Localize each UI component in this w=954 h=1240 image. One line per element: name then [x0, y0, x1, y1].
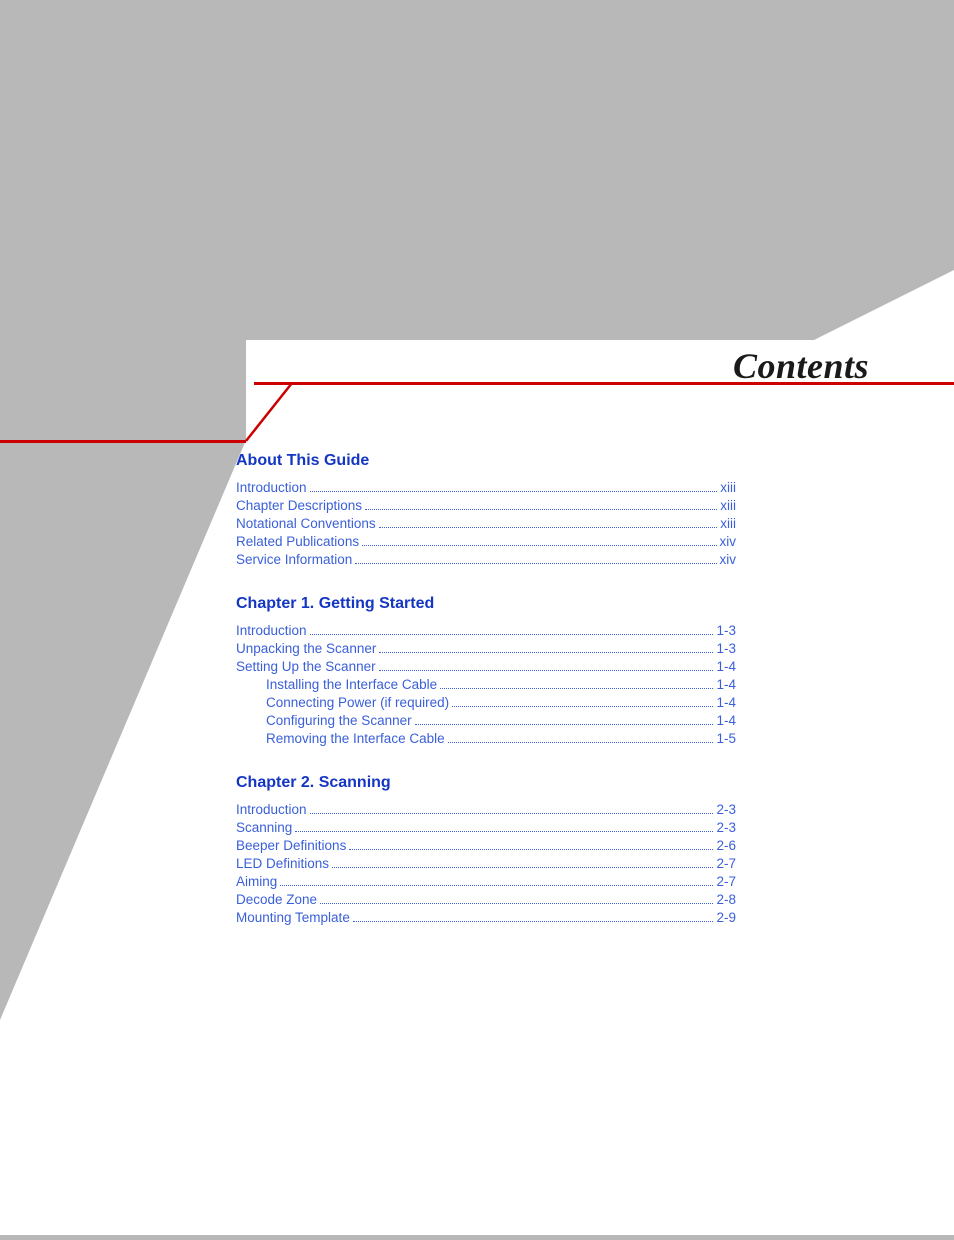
toc-leader-dots	[332, 867, 713, 868]
toc-entry-label: Introduction	[236, 480, 307, 495]
toc-entry-page: xiii	[720, 480, 736, 495]
toc-entry-page: xiii	[720, 498, 736, 513]
toc-entry-label: Notational Conventions	[236, 516, 376, 531]
toc-entry-label: LED Definitions	[236, 856, 329, 871]
section-heading[interactable]: Chapter 1. Getting Started	[236, 595, 736, 613]
left-notch	[0, 340, 246, 1240]
toc-leader-dots	[365, 509, 717, 510]
toc-entry-page: 2-3	[716, 820, 736, 835]
toc-entry-label: Removing the Interface Cable	[266, 731, 445, 746]
toc-leader-dots	[379, 652, 713, 653]
toc-entry[interactable]: Introduction 1-3	[236, 623, 736, 638]
toc-entry-label: Configuring the Scanner	[266, 713, 412, 728]
toc-leader-dots	[362, 545, 716, 546]
section-heading[interactable]: Chapter 2. Scanning	[236, 774, 736, 792]
toc-entry[interactable]: Unpacking the Scanner 1-3	[236, 641, 736, 656]
toc-entry-label: Introduction	[236, 623, 307, 638]
toc-leader-dots	[415, 724, 714, 725]
toc-entry-label: Mounting Template	[236, 910, 350, 925]
page-title: Contents	[733, 345, 869, 387]
toc-entry[interactable]: Mounting Template 2-9	[236, 910, 736, 925]
toc-entry-label: Connecting Power (if required)	[266, 695, 449, 710]
toc-entry-page: 1-4	[716, 677, 736, 692]
toc-leader-dots	[448, 742, 714, 743]
toc-entry-page: 1-3	[716, 641, 736, 656]
page: Contents About This Guide Introduction xii…	[0, 0, 954, 1235]
toc-leader-dots	[379, 670, 714, 671]
toc-entry-page: 1-4	[716, 695, 736, 710]
toc-entry[interactable]: Setting Up the Scanner 1-4	[236, 659, 736, 674]
toc-entry-label: Setting Up the Scanner	[236, 659, 376, 674]
toc-entry[interactable]: Related Publications xiv	[236, 534, 736, 549]
toc-entry[interactable]: Installing the Interface Cable 1-4	[236, 677, 736, 692]
red-rule-top	[254, 382, 954, 385]
toc-entry-label: Service Information	[236, 552, 352, 567]
toc-entry[interactable]: Scanning 2-3	[236, 820, 736, 835]
toc-entry-label: Scanning	[236, 820, 292, 835]
toc-entry-page: 1-5	[716, 731, 736, 746]
header-wedge	[814, 270, 954, 340]
toc-entry-page: 2-3	[716, 802, 736, 817]
toc-entry[interactable]: Removing the Interface Cable 1-5	[236, 731, 736, 746]
toc-leader-dots	[379, 527, 718, 528]
toc-entry[interactable]: Introduction 2-3	[236, 802, 736, 817]
toc-entry[interactable]: Chapter Descriptions xiii	[236, 498, 736, 513]
toc-entry-label: Beeper Definitions	[236, 838, 346, 853]
toc-entry-label: Unpacking the Scanner	[236, 641, 376, 656]
toc-entry-label: Introduction	[236, 802, 307, 817]
toc-entry-page: 2-9	[716, 910, 736, 925]
toc-entry[interactable]: Configuring the Scanner 1-4	[236, 713, 736, 728]
toc-entry-page: 2-7	[716, 874, 736, 889]
toc-entry[interactable]: Beeper Definitions 2-6	[236, 838, 736, 853]
toc-entry-page: xiii	[720, 516, 736, 531]
toc-content: About This GuideIntroductionxiiiChapter …	[236, 440, 736, 928]
toc-entry[interactable]: Aiming 2-7	[236, 874, 736, 889]
toc-entry[interactable]: Notational Conventions xiii	[236, 516, 736, 531]
toc-leader-dots	[355, 563, 716, 564]
toc-leader-dots	[349, 849, 713, 850]
toc-entry-page: xiv	[720, 552, 737, 567]
toc-leader-dots	[320, 903, 713, 904]
toc-leader-dots	[280, 885, 713, 886]
toc-entry-page: xiv	[720, 534, 737, 549]
toc-entry[interactable]: Introduction xiii	[236, 480, 736, 495]
toc-entry-label: Chapter Descriptions	[236, 498, 362, 513]
toc-entry-label: Decode Zone	[236, 892, 317, 907]
toc-entry-label: Installing the Interface Cable	[266, 677, 437, 692]
toc-leader-dots	[310, 813, 714, 814]
toc-entry[interactable]: Service Information xiv	[236, 552, 736, 567]
red-rule-diagonal	[232, 382, 294, 440]
toc-entry[interactable]: LED Definitions 2-7	[236, 856, 736, 871]
toc-entry-page: 1-3	[716, 623, 736, 638]
toc-leader-dots	[295, 831, 713, 832]
toc-leader-dots	[452, 706, 713, 707]
toc-entry-page: 2-8	[716, 892, 736, 907]
toc-entry-label: Aiming	[236, 874, 277, 889]
section-heading[interactable]: About This Guide	[236, 452, 736, 470]
toc-entry-page: 2-7	[716, 856, 736, 871]
toc-leader-dots	[310, 634, 714, 635]
toc-leader-dots	[353, 921, 714, 922]
toc-entry-page: 1-4	[716, 659, 736, 674]
toc-entry-label: Related Publications	[236, 534, 359, 549]
toc-leader-dots	[440, 688, 713, 689]
red-rule-left	[0, 440, 246, 443]
toc-entry[interactable]: Connecting Power (if required) 1-4	[236, 695, 736, 710]
toc-entry[interactable]: Decode Zone 2-8	[236, 892, 736, 907]
toc-entry-page: 1-4	[716, 713, 736, 728]
toc-leader-dots	[310, 491, 718, 492]
toc-entry-page: 2-6	[716, 838, 736, 853]
